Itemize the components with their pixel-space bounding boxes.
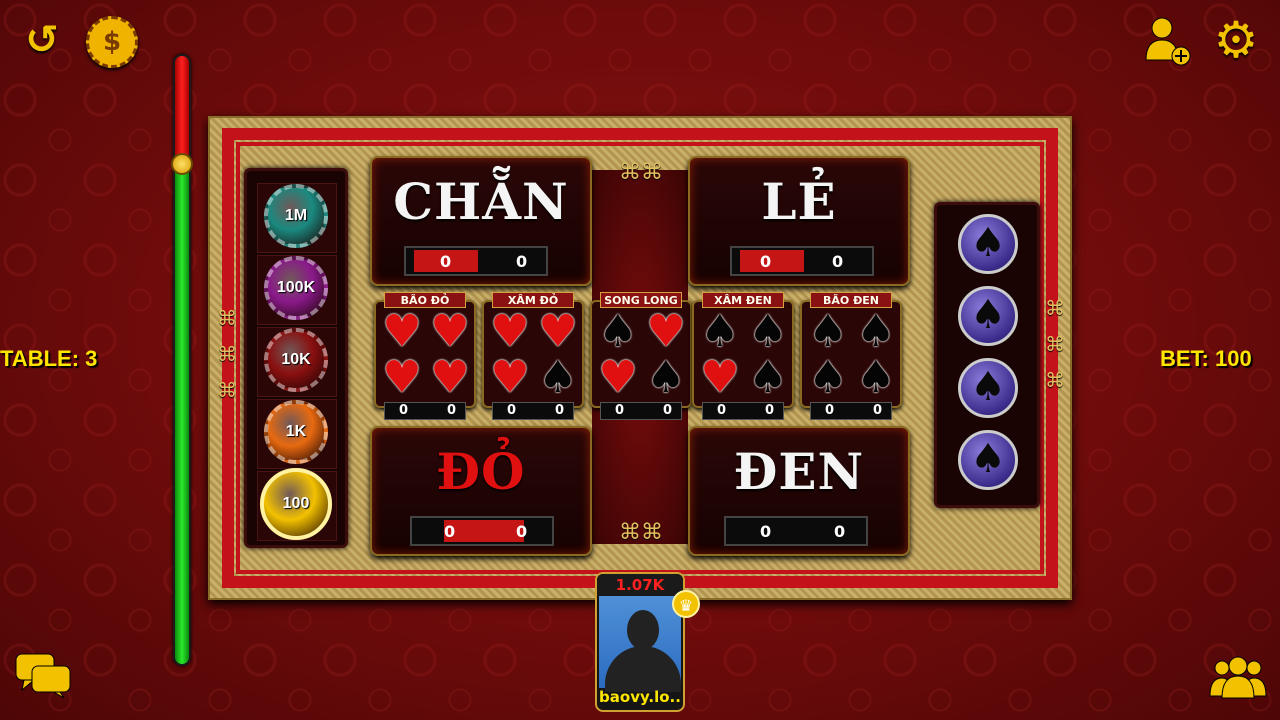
score-right: 0 — [834, 522, 846, 541]
spade-icon: ♠ — [748, 352, 788, 403]
bet-box-small-1[interactable]: ♥ ♥ ♥ ♠ — [482, 300, 584, 408]
heart-icon: ♥ — [382, 352, 422, 403]
small-bet-label: SONG LONG — [600, 292, 682, 308]
score-right: 0 — [873, 403, 883, 418]
score-left: 0 — [760, 522, 772, 541]
avatar-head — [627, 610, 659, 650]
chat-icon[interactable] — [14, 650, 72, 700]
player-balance: 1.07K — [597, 574, 683, 596]
bet-score-chan: 0 0 — [404, 246, 548, 276]
score-right: 0 — [832, 252, 844, 271]
heart-icon: ♥ — [490, 306, 530, 357]
score-right: 0 — [663, 403, 673, 418]
bet-box-le[interactable]: LẺ 0 0 — [688, 156, 910, 286]
knot-ornament-right: ⌘ ⌘ ⌘ — [1045, 296, 1065, 392]
score-red-part — [740, 250, 804, 272]
back-icon[interactable]: ↺ — [14, 20, 70, 60]
result-chip-1: ♠ — [958, 214, 1018, 274]
knot-ornament-bottom: ⌘⌘ — [619, 520, 663, 545]
score-left: 0 — [399, 403, 409, 418]
heart-icon: ♥ — [430, 352, 470, 403]
bet-title-chan: CHẴN — [393, 172, 569, 231]
heart-icon: ♥ — [598, 352, 638, 403]
small-bet-score: 00 — [600, 402, 682, 420]
bet-title-le: LẺ — [761, 172, 837, 231]
score-left: 0 — [825, 403, 835, 418]
bet-label: BET: 100 — [1160, 346, 1252, 371]
result-chip-4: ♠ — [958, 430, 1018, 490]
chip-1m[interactable]: 1M — [264, 184, 328, 248]
small-bet-score: 00 — [702, 402, 784, 420]
small-bet-score: 00 — [384, 402, 466, 420]
spade-icon: ♠ — [808, 306, 848, 357]
score-right: 0 — [516, 252, 528, 271]
bet-score-do: 0 0 — [410, 516, 554, 546]
crown-icon: ♛ — [672, 590, 700, 618]
score-left: 0 — [440, 252, 452, 271]
timer-bar-knob — [171, 153, 193, 175]
chip-10k[interactable]: 10K — [264, 328, 328, 392]
bet-box-small-4[interactable]: ♠ ♠ ♠ ♠ — [800, 300, 902, 408]
bet-box-small-2[interactable]: ♠ ♥ ♥ ♠ — [590, 300, 692, 408]
heart-icon: ♥ — [646, 306, 686, 357]
bet-title-den: ĐEN — [733, 442, 865, 501]
score-left: 0 — [760, 252, 772, 271]
spade-icon: ♠ — [748, 306, 788, 357]
chip-100k[interactable]: 100K — [264, 256, 328, 320]
heart-icon: ♥ — [490, 352, 530, 403]
timer-bar — [173, 54, 191, 666]
player-avatar-card[interactable]: 1.07K baovy.lo.. — [595, 572, 685, 712]
result-chip-3: ♠ — [958, 358, 1018, 418]
bet-box-den[interactable]: ĐEN 0 0 — [688, 426, 910, 556]
small-bet-score: 00 — [492, 402, 574, 420]
chip-1k[interactable]: 1K — [264, 400, 328, 464]
score-left: 0 — [717, 403, 727, 418]
heart-icon: ♥ — [382, 306, 422, 357]
spade-icon: ♠ — [538, 352, 578, 403]
knot-ornament-top: ⌘⌘ — [619, 160, 663, 185]
bet-box-chan[interactable]: CHẴN 0 0 — [370, 156, 592, 286]
chip-100-selected[interactable]: 100 — [260, 468, 332, 540]
players-group-icon[interactable] — [1208, 656, 1268, 700]
spade-icon: ♠ — [700, 306, 740, 357]
score-left: 0 — [507, 403, 517, 418]
small-bet-label: BÃO ĐỎ — [384, 292, 466, 308]
heart-icon: ♥ — [700, 352, 740, 403]
score-red-part — [444, 520, 524, 542]
spade-icon: ♠ — [808, 352, 848, 403]
small-bet-score: 00 — [810, 402, 892, 420]
spade-icon: ♠ — [646, 352, 686, 403]
timer-bar-remaining — [175, 160, 189, 664]
shop-coin-icon[interactable]: $ — [86, 16, 138, 68]
heart-icon: ♥ — [430, 306, 470, 357]
score-left: 0 — [444, 522, 456, 541]
score-left: 0 — [615, 403, 625, 418]
spade-icon: ♠ — [856, 352, 896, 403]
player-name: baovy.lo.. — [599, 688, 681, 706]
small-bet-label: BÃO ĐEN — [810, 292, 892, 308]
score-right: 0 — [555, 403, 565, 418]
result-chip-2: ♠ — [958, 286, 1018, 346]
heart-icon: ♥ — [538, 306, 578, 357]
bet-title-do: ĐỎ — [436, 442, 526, 501]
bet-box-small-0[interactable]: ♥ ♥ ♥ ♥ — [374, 300, 476, 408]
timer-bar-elapsed — [175, 56, 189, 160]
score-right: 0 — [447, 403, 457, 418]
bet-box-small-3[interactable]: ♠ ♠ ♥ ♠ — [692, 300, 794, 408]
settings-gear-icon[interactable]: ⚙ — [1208, 14, 1264, 66]
table-label: TABLE: 3 — [0, 346, 98, 371]
spade-icon: ♠ — [598, 306, 638, 357]
player-avatar — [599, 596, 681, 692]
bet-score-le: 0 0 — [730, 246, 874, 276]
score-right: 0 — [765, 403, 775, 418]
bet-score-den: 0 0 — [724, 516, 868, 546]
small-bet-label: XÂM ĐỎ — [492, 292, 574, 308]
spade-icon: ♠ — [856, 306, 896, 357]
score-right: 0 — [516, 522, 528, 541]
small-bet-label: XÂM ĐEN — [702, 292, 784, 308]
add-friend-icon[interactable] — [1144, 14, 1194, 66]
bet-box-do[interactable]: ĐỎ 0 0 — [370, 426, 592, 556]
knot-ornament-left: ⌘ ⌘ ⌘ — [217, 306, 237, 402]
